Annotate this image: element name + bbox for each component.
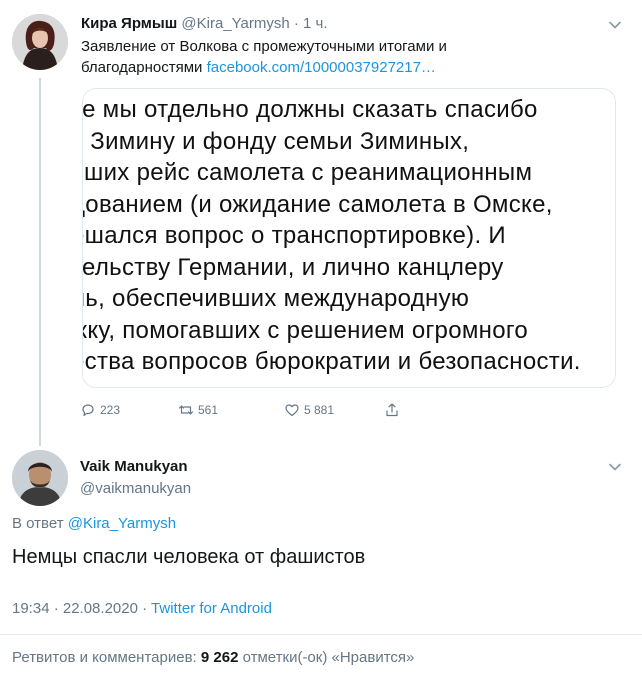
author-handle[interactable]: @vaikmanukyan xyxy=(80,480,191,497)
author-handle[interactable]: @Kira_Yarmysh xyxy=(181,15,289,32)
image-text-line: ке мы отдельно должны сказать спасибо xyxy=(82,96,538,123)
stats-label: Ретвитов и комментариев: xyxy=(12,649,197,666)
tweet-actions: 223 561 5 881 xyxy=(80,402,410,424)
tweet-client[interactable]: Twitter for Android xyxy=(151,600,272,617)
share-icon xyxy=(386,403,398,417)
tweet-text: Заявление от Волкова с промежуточными ит… xyxy=(81,36,561,78)
reply-count: 223 xyxy=(100,403,121,417)
reply-prefix: В ответ xyxy=(12,515,64,532)
image-text-line: у Зимину и фонду семьи Зиминых, xyxy=(82,127,470,155)
retweet-icon xyxy=(178,405,194,415)
tweet-stats: Ретвитов и комментариев: 9 262 отметки(-… xyxy=(12,649,414,666)
image-text-line: вших рейс самолета с реанимационным xyxy=(82,159,533,186)
reply-context: В ответ @Kira_Yarmysh xyxy=(12,515,176,532)
avatar[interactable] xyxy=(12,450,68,506)
thread-connector-line xyxy=(39,78,41,446)
like-button[interactable]: 5 881 xyxy=(284,402,334,418)
divider xyxy=(0,634,642,635)
share-button[interactable] xyxy=(384,402,400,418)
reply-button[interactable]: 223 xyxy=(80,402,120,418)
like-count: 5 881 xyxy=(304,403,335,417)
image-text-line: ль, обеспечивших международную xyxy=(82,285,470,312)
retweet-count: 561 xyxy=(198,403,219,417)
heart-icon xyxy=(285,404,299,417)
retweet-button[interactable]: 561 xyxy=(178,402,218,418)
likes-count[interactable]: 262 xyxy=(213,649,238,666)
image-text-line: тельству Германии, и лично канцлеру xyxy=(82,253,504,281)
image-text: ке мы отдельно должны сказать спасибо у З… xyxy=(82,94,615,378)
tweet-meta: 19:34 · 22.08.2020 · Twitter for Android xyxy=(12,600,272,617)
reply-icon xyxy=(82,404,94,416)
tweet-header: Кира Ярмыш @Kira_Yarmysh · 1 ч. xyxy=(81,15,328,32)
tweet-link[interactable]: facebook.com/10000037927217… xyxy=(207,59,436,76)
author-name[interactable]: Кира Ярмыш xyxy=(81,15,177,32)
image-text-line: дованием (и ожидание самолета в Омске, xyxy=(82,190,553,218)
meta-separator: · xyxy=(142,600,148,617)
tweet-text: Немцы спасли человека от фашистов xyxy=(12,546,366,568)
chevron-down-icon[interactable] xyxy=(608,460,622,474)
avatar[interactable] xyxy=(12,14,68,70)
reply-to-handle[interactable]: @Kira_Yarmysh xyxy=(68,515,176,532)
image-text-line: ешался вопрос о транспортировке). И xyxy=(82,222,506,249)
image-text-line: жку, помогавших с решением огромного xyxy=(82,316,529,344)
retweet-comment-count[interactable]: 9 xyxy=(201,649,209,666)
tweet-image[interactable]: ке мы отдельно должны сказать спасибо у З… xyxy=(82,88,616,388)
image-text-line: ества вопросов бюрократии и безопасности… xyxy=(82,348,581,375)
likes-label[interactable]: отметки(-ок) «Нравится» xyxy=(243,649,415,666)
tweet-datetime[interactable]: 19:34 · 22.08.2020 xyxy=(12,600,138,617)
chevron-down-icon[interactable] xyxy=(608,18,622,32)
tweet-time[interactable]: · 1 ч. xyxy=(294,15,328,32)
author-name[interactable]: Vaik Manukyan xyxy=(80,458,188,475)
